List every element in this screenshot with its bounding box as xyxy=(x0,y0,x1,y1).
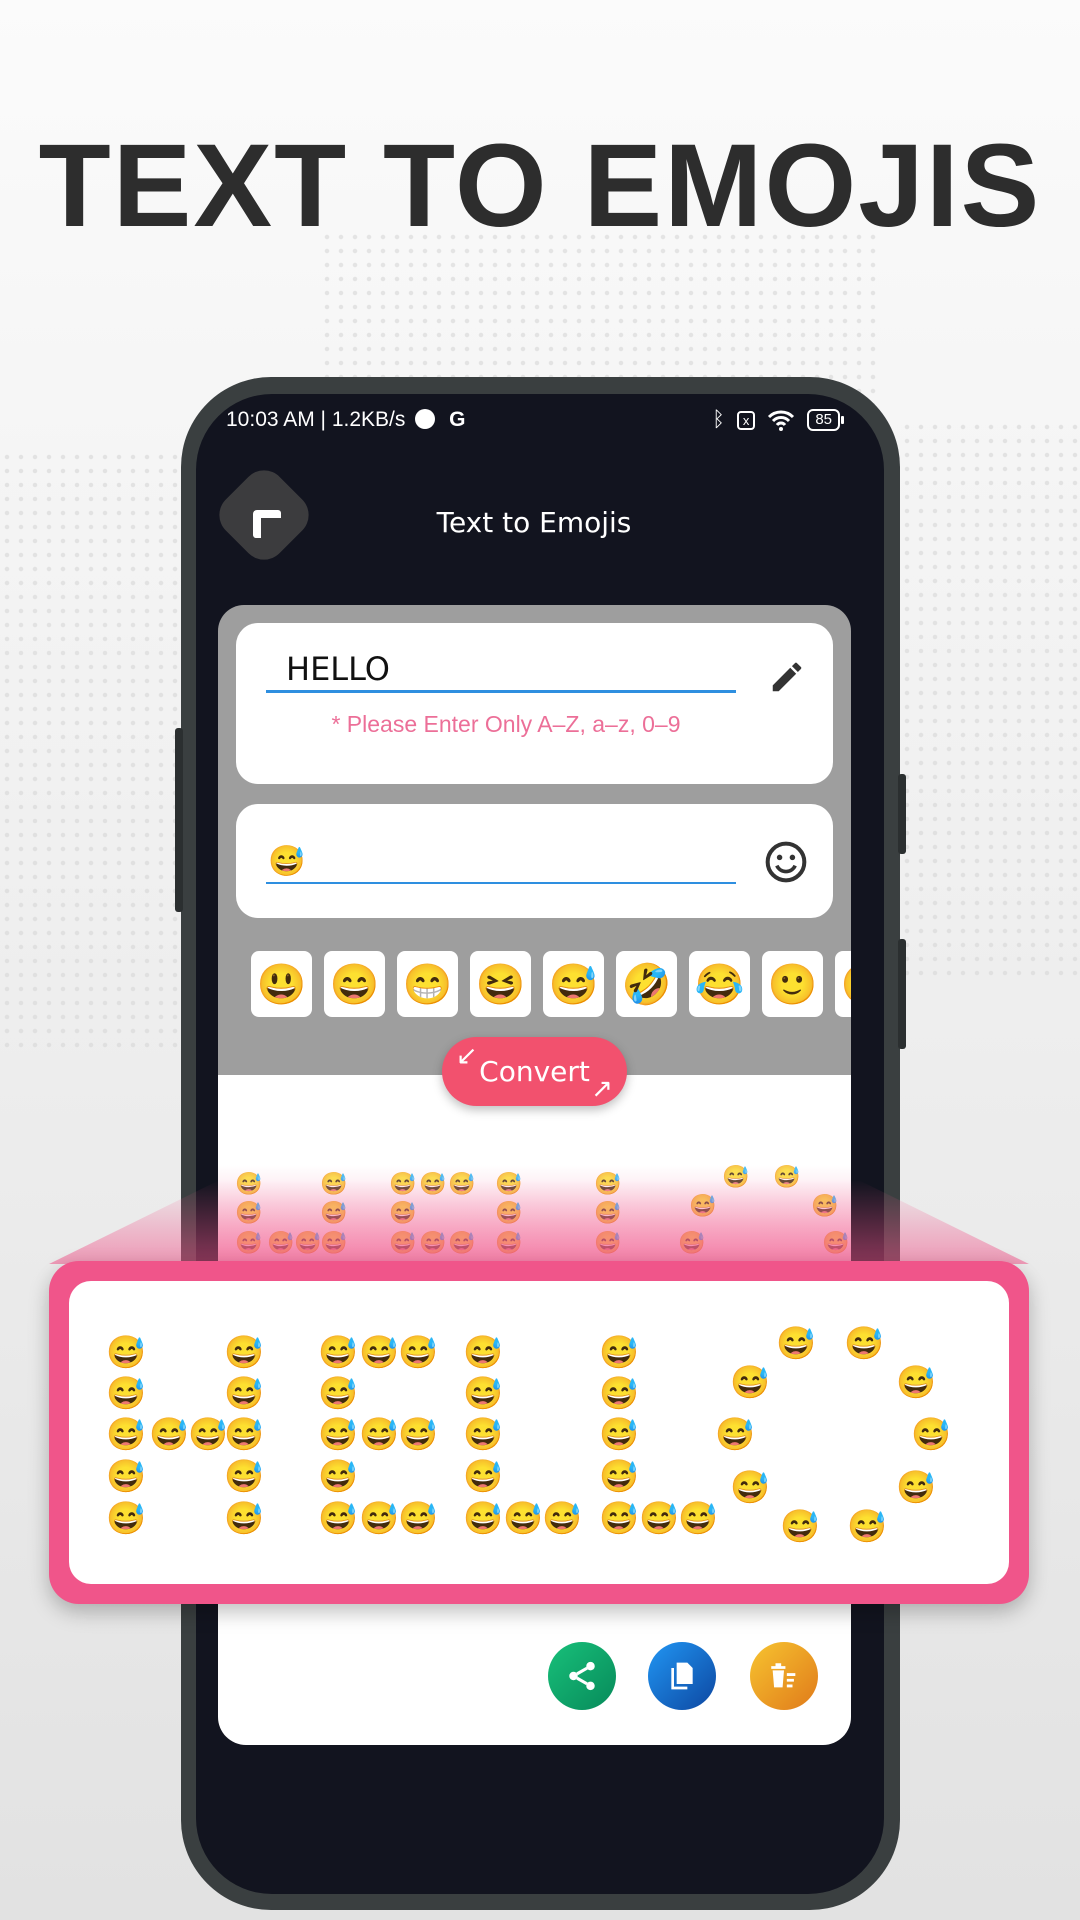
output-emoji: 😅 xyxy=(599,1458,639,1494)
share-icon xyxy=(569,1661,595,1691)
output-emoji: 😅 xyxy=(359,1416,399,1452)
output-emoji: 😅 xyxy=(106,1375,146,1411)
copy-button[interactable] xyxy=(648,1642,716,1710)
output-emoji: 😅 xyxy=(398,1334,438,1370)
convert-arrow-icon: ↗ xyxy=(591,1074,613,1104)
app-title: Text to Emojis xyxy=(436,506,632,539)
output-emoji: 😅 xyxy=(359,1334,399,1370)
emoji-option[interactable]: 🙂 xyxy=(762,951,823,1017)
output-emoji: 😅 xyxy=(224,1416,264,1452)
output-emoji: 😅 xyxy=(318,1375,358,1411)
emoji-option[interactable]: 😁 xyxy=(397,951,458,1017)
output-emoji: 😅 xyxy=(318,1416,358,1452)
output-emoji: 😅 xyxy=(844,1325,884,1361)
output-emoji: 😅 xyxy=(463,1334,503,1370)
smiley-icon[interactable] xyxy=(764,840,808,884)
output-emoji: 😅 xyxy=(847,1508,887,1544)
vpn-icon xyxy=(415,409,436,429)
emoji-option[interactable]: 😆 xyxy=(470,951,531,1017)
share-button[interactable] xyxy=(548,1642,616,1710)
text-input-card xyxy=(236,623,833,784)
output-emoji: 😅 xyxy=(463,1416,503,1452)
convert-arrow-icon: ↙ xyxy=(456,1041,478,1071)
convert-label: Convert xyxy=(479,1055,590,1088)
output-emoji: 😅 xyxy=(715,1416,755,1452)
emoji-picker: 😃😄😁😆😅🤣😂🙂🙃 xyxy=(251,951,851,1017)
no-sim-icon: x xyxy=(736,410,756,430)
zoom-connector xyxy=(49,1180,1029,1264)
output-emoji: 😅 xyxy=(503,1500,543,1536)
output-emoji: 😅 xyxy=(542,1500,582,1536)
output-emoji: 😅 xyxy=(398,1416,438,1452)
battery-icon: 85 xyxy=(807,409,844,431)
text-input-underline xyxy=(266,690,736,693)
phone-side-button xyxy=(898,939,906,1049)
emoji-option[interactable]: 🤣 xyxy=(616,951,677,1017)
google-icon: G xyxy=(449,408,466,431)
output-emoji: 😅 xyxy=(398,1500,438,1536)
output-emoji: 😅 xyxy=(149,1416,189,1452)
emoji-option[interactable]: 😂 xyxy=(689,951,750,1017)
output-emoji: 😅 xyxy=(224,1458,264,1494)
phone-side-button xyxy=(898,774,906,854)
output-emoji: 😅 xyxy=(106,1416,146,1452)
output-emoji: 😅 xyxy=(318,1334,358,1370)
status-time: 10:03 AM | 1.2KB/s xyxy=(226,408,406,431)
status-left: 10:03 AM | 1.2KB/s G xyxy=(226,408,465,432)
background-dots xyxy=(0,450,180,1050)
output-emoji: 😅 xyxy=(188,1416,228,1452)
pencil-icon[interactable] xyxy=(768,658,806,696)
phone-side-button xyxy=(175,728,183,912)
copy-icon xyxy=(671,1662,693,1690)
output-emoji: 😅 xyxy=(599,1375,639,1411)
output-emoji: 😅 xyxy=(599,1334,639,1370)
output-emoji: 😅 xyxy=(776,1325,816,1361)
input-hint: * Please Enter Only A–Z, a–z, 0–9 xyxy=(331,711,681,737)
emoji-option[interactable]: 😄 xyxy=(324,951,385,1017)
output-emoji: 😅 xyxy=(639,1500,679,1536)
emoji-input-card xyxy=(236,804,833,918)
back-arrow-icon xyxy=(253,510,281,538)
status-right: ᛒ x 85 xyxy=(712,408,844,432)
output-emoji: 😅 xyxy=(599,1416,639,1452)
output-emoji: 😅 xyxy=(730,1364,770,1400)
output-emoji: 😅 xyxy=(896,1364,936,1400)
output-emoji: 😅 xyxy=(463,1458,503,1494)
emoji-option[interactable]: 😅 xyxy=(543,951,604,1017)
output-emoji: 😅 xyxy=(318,1500,358,1536)
output-emoji: 😅 xyxy=(896,1469,936,1505)
output-emoji: 😅 xyxy=(106,1500,146,1536)
output-emoji: 😅 xyxy=(359,1500,399,1536)
output-emoji: 😅 xyxy=(911,1416,951,1452)
output-emoji: 😅 xyxy=(730,1469,770,1505)
delete-icon xyxy=(771,1663,796,1688)
output-emoji: 😅 xyxy=(463,1375,503,1411)
delete-button[interactable] xyxy=(750,1642,818,1710)
output-emoji: 😅 xyxy=(463,1500,503,1536)
bluetooth-icon: ᛒ xyxy=(712,408,725,431)
emoji-input[interactable]: 😅 xyxy=(268,844,305,879)
output-emoji: 😅 xyxy=(106,1334,146,1370)
output-emoji: 😅 xyxy=(224,1334,264,1370)
output-emoji: 😅 xyxy=(318,1458,358,1494)
wifi-icon xyxy=(768,410,795,431)
output-emoji: 😅 xyxy=(599,1500,639,1536)
output-emoji: 😅 xyxy=(106,1458,146,1494)
emoji-input-underline xyxy=(266,882,736,884)
text-input[interactable]: HELLO xyxy=(286,650,390,688)
output-emoji: 😅 xyxy=(678,1500,718,1536)
headline: TEXT TO EMOJIS xyxy=(38,120,1042,252)
convert-button[interactable]: ↙ Convert ↗ xyxy=(442,1037,627,1106)
emoji-option[interactable]: 😃 xyxy=(251,951,312,1017)
output-emoji: 😅 xyxy=(224,1500,264,1536)
output-emoji: 😅 xyxy=(780,1508,820,1544)
background-dots xyxy=(900,420,1080,980)
output-emoji: 😅 xyxy=(224,1375,264,1411)
emoji-option[interactable]: 🙃 xyxy=(835,951,851,1017)
